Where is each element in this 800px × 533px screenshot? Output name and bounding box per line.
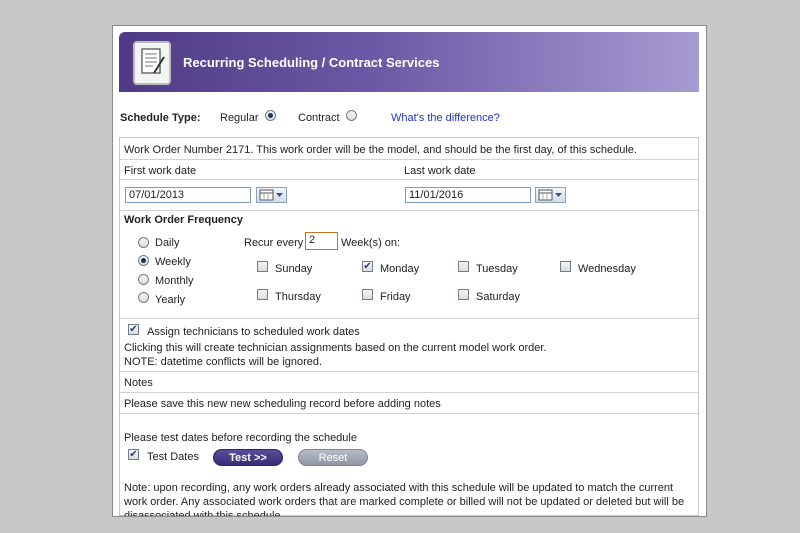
calendar-icon[interactable] — [535, 187, 566, 203]
test-dates-checkbox[interactable]: ✔ — [128, 449, 139, 460]
wednesday-checkbox[interactable] — [560, 261, 571, 272]
calendar-icon-graphic — [259, 189, 283, 201]
divider — [119, 210, 699, 211]
wednesday-label: Wednesday — [578, 263, 636, 275]
scheduling-window: Recurring Scheduling / Contract Services… — [112, 25, 707, 517]
weekly-label: Weekly — [155, 256, 191, 268]
regular-radio[interactable] — [265, 110, 276, 121]
friday-label: Friday — [380, 291, 411, 303]
first-date-input[interactable]: 07/01/2013 — [125, 187, 251, 203]
assign-technicians-checkbox[interactable]: ✔ — [128, 324, 139, 335]
calendar-icon[interactable] — [256, 187, 287, 203]
monday-checkbox[interactable]: ✔ — [362, 261, 373, 272]
divider — [119, 159, 699, 160]
daily-label: Daily — [155, 237, 180, 249]
page-title: Recurring Scheduling / Contract Services — [183, 55, 440, 70]
recur-suffix-label: Week(s) on: — [341, 237, 401, 249]
frequency-title: Work Order Frequency — [124, 214, 243, 226]
first-date-label: First work date — [124, 165, 197, 177]
assign-note-2: NOTE: datetime conflicts will be ignored… — [124, 356, 323, 368]
document-pencil-icon-graphic — [141, 48, 165, 74]
regular-option-label: Regular — [220, 112, 259, 124]
recur-interval-input[interactable]: 2 — [305, 232, 338, 250]
test-button[interactable]: Test >> — [213, 449, 283, 466]
work-order-info: Work Order Number 2171. This work order … — [124, 144, 637, 156]
thursday-checkbox[interactable] — [257, 289, 268, 300]
monthly-label: Monthly — [155, 275, 194, 287]
page-header: Recurring Scheduling / Contract Services — [119, 32, 699, 92]
monthly-radio[interactable] — [138, 274, 149, 285]
monday-label: Monday — [380, 263, 420, 275]
calendar-icon-graphic — [538, 189, 562, 201]
divider — [119, 371, 699, 372]
tuesday-label: Tuesday — [476, 263, 518, 275]
test-prompt: Please test dates before recording the s… — [124, 432, 357, 444]
weekly-radio[interactable] — [138, 255, 149, 266]
assign-technicians-label: Assign technicians to scheduled work dat… — [147, 326, 360, 338]
yearly-label: Yearly — [155, 294, 186, 306]
assign-note-1: Clicking this will create technician ass… — [124, 342, 547, 354]
document-pencil-icon — [133, 41, 171, 85]
contract-option-label: Contract — [298, 112, 340, 124]
reset-button[interactable]: Reset — [298, 449, 368, 466]
thursday-label: Thursday — [275, 291, 321, 303]
test-dates-label: Test Dates — [147, 451, 199, 463]
notes-title: Notes — [124, 377, 153, 389]
friday-checkbox[interactable] — [362, 289, 373, 300]
divider — [119, 392, 699, 393]
last-date-label: Last work date — [404, 165, 476, 177]
yearly-radio[interactable] — [138, 292, 149, 303]
difference-link[interactable]: What's the difference? — [391, 112, 500, 124]
sunday-checkbox[interactable] — [257, 261, 268, 272]
recur-every-label: Recur every — [244, 237, 304, 249]
notes-message: Please save this new new scheduling reco… — [124, 398, 441, 410]
sunday-label: Sunday — [275, 263, 313, 275]
schedule-type-label: Schedule Type: — [120, 112, 201, 124]
daily-radio[interactable] — [138, 237, 149, 248]
saturday-label: Saturday — [476, 291, 521, 303]
divider — [119, 179, 699, 180]
saturday-checkbox[interactable] — [458, 289, 469, 300]
divider — [119, 318, 699, 319]
footer-note: Note: upon recording, any work orders al… — [124, 482, 685, 517]
last-date-input[interactable]: 11/01/2016 — [405, 187, 531, 203]
tuesday-checkbox[interactable] — [458, 261, 469, 272]
contract-radio[interactable] — [346, 110, 357, 121]
divider — [119, 413, 699, 414]
